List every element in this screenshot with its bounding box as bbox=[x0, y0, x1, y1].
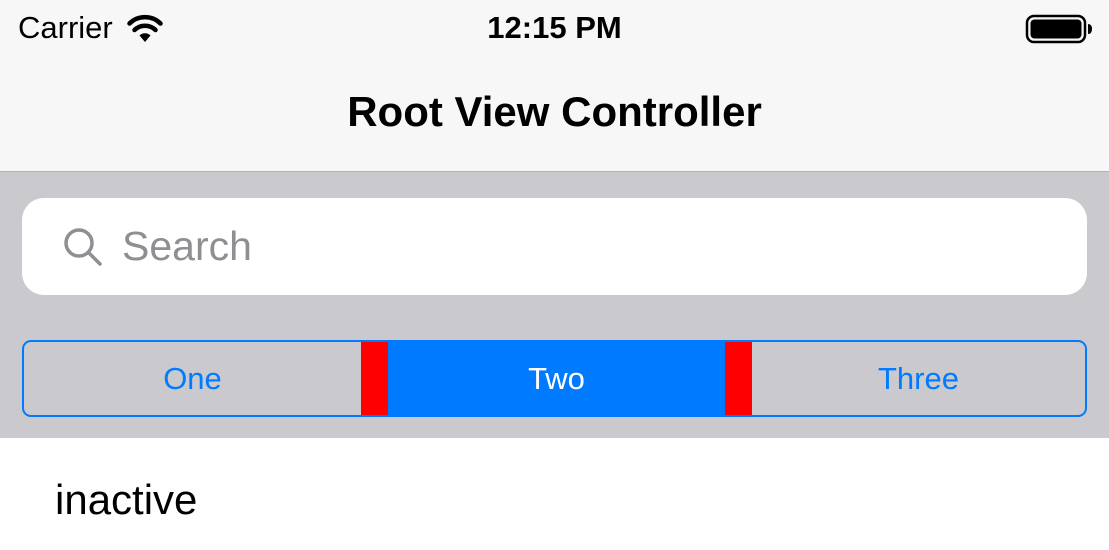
segment-two[interactable]: Two bbox=[388, 342, 725, 415]
status-time: 12:15 PM bbox=[487, 10, 622, 45]
search-icon bbox=[62, 226, 104, 268]
segmented-control: One Two Three bbox=[22, 340, 1087, 417]
search-field[interactable] bbox=[22, 198, 1087, 295]
navigation-bar: Root View Controller bbox=[0, 60, 1109, 172]
segment-one[interactable]: One bbox=[24, 342, 361, 415]
segment-divider-left bbox=[361, 342, 388, 415]
status-bar: Carrier 12:15 PM bbox=[0, 0, 1109, 60]
battery-full-icon bbox=[1025, 14, 1095, 44]
search-header-area: One Two Three bbox=[0, 172, 1109, 438]
segment-divider-right bbox=[725, 342, 752, 415]
search-input[interactable] bbox=[122, 198, 1062, 295]
nav-title: Root View Controller bbox=[347, 88, 762, 135]
segment-three[interactable]: Three bbox=[752, 342, 1085, 415]
status-text-label: inactive bbox=[55, 476, 198, 523]
